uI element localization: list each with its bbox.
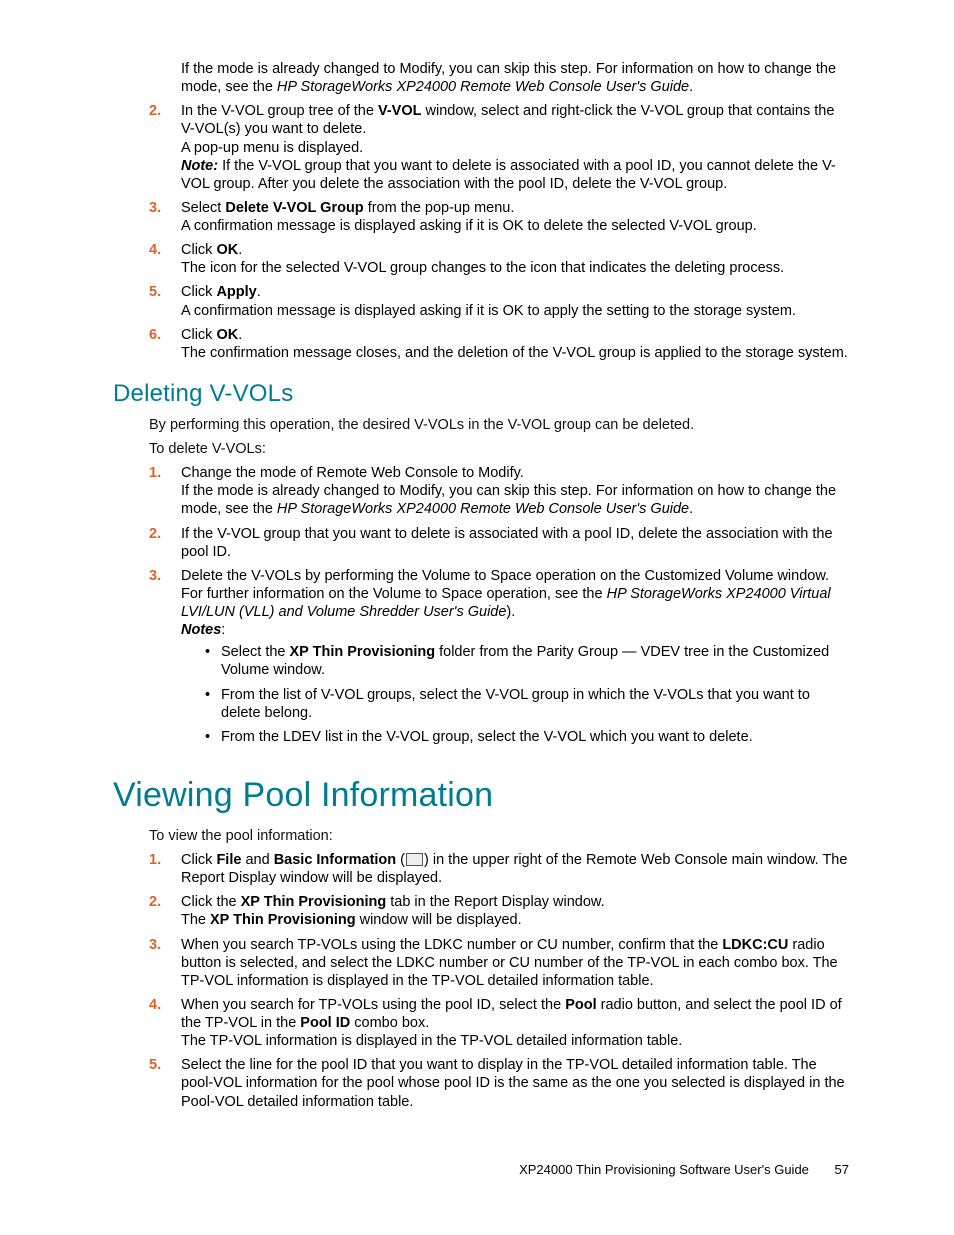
step-number: 6. — [149, 326, 161, 344]
t: XP Thin Provisioning — [290, 644, 436, 660]
t: Click — [181, 284, 216, 300]
step-number: 2. — [149, 525, 161, 543]
step-number: 3. — [149, 936, 161, 954]
intro-text: By performing this operation, the desire… — [149, 416, 849, 434]
step-number: 5. — [149, 1056, 161, 1074]
page: If the mode is already changed to Modify… — [0, 0, 954, 1235]
step-5: 5. Select the line for the pool ID that … — [149, 1056, 849, 1110]
t: Click the — [181, 894, 241, 910]
t: . — [238, 327, 242, 343]
prev-steps-continued: If the mode is already changed to Modify… — [149, 60, 849, 362]
step-number: 4. — [149, 241, 161, 259]
step-3: 3. When you search TP-VOLs using the LDK… — [149, 936, 849, 990]
t: From the LDEV list in the V-VOL group, s… — [221, 729, 753, 745]
notes-list: Select the XP Thin Provisioning folder f… — [205, 643, 849, 746]
page-number: 57 — [835, 1162, 849, 1177]
step-2: 2. Click the XP Thin Provisioning tab in… — [149, 893, 849, 929]
step-number: 3. — [149, 199, 161, 217]
t: The confirmation message closes, and the… — [181, 345, 848, 361]
step-1: 1. Click File and Basic Information () i… — [149, 851, 849, 887]
t: Select the line for the pool ID that you… — [181, 1057, 845, 1109]
t: A confirmation message is displayed aski… — [181, 303, 796, 319]
step-2: 2. In the V-VOL group tree of the V-VOL … — [149, 102, 849, 193]
t: Select the — [221, 644, 290, 660]
t: and — [241, 852, 273, 868]
step-2: 2. If the V-VOL group that you want to d… — [149, 525, 849, 561]
step-3: 3. Delete the V-VOLs by performing the V… — [149, 567, 849, 746]
t: XP Thin Provisioning — [241, 894, 387, 910]
t: Pool ID — [300, 1015, 350, 1031]
t: Apply — [216, 284, 256, 300]
lead-text: To view the pool information: — [149, 827, 849, 845]
step-6: 6. Click OK. The confirmation message cl… — [149, 326, 849, 362]
step-number: 2. — [149, 893, 161, 911]
t: The — [181, 912, 210, 928]
note-label: Note: — [181, 158, 218, 174]
t: . — [689, 501, 693, 517]
t: OK — [216, 242, 238, 258]
step-1: 1. Change the mode of Remote Web Console… — [149, 464, 849, 518]
t: : — [221, 622, 225, 638]
t: A pop-up menu is displayed. — [181, 140, 363, 156]
step-1-cont: If the mode is already changed to Modify… — [149, 60, 849, 96]
t: Delete V-VOL Group — [225, 200, 363, 216]
t: Click — [181, 852, 216, 868]
step-4: 4. Click OK. The icon for the selected V… — [149, 241, 849, 277]
t: XP Thin Provisioning — [210, 912, 356, 928]
t: If the V-VOL group that you want to dele… — [181, 526, 833, 560]
t: . — [238, 242, 242, 258]
bullet-2: From the list of V-VOL groups, select th… — [205, 686, 849, 722]
period: . — [689, 79, 693, 95]
bullet-3: From the LDEV list in the V-VOL group, s… — [205, 728, 849, 746]
t: If the V-VOL group that you want to dele… — [181, 158, 836, 192]
guide-title: HP StorageWorks XP24000 Remote Web Conso… — [277, 79, 689, 95]
guide-title: HP StorageWorks XP24000 Remote Web Conso… — [277, 501, 689, 517]
t: Pool — [565, 997, 596, 1013]
step-3: 3. Select Delete V-VOL Group from the po… — [149, 199, 849, 235]
notes-label: Notes — [181, 622, 221, 638]
t: tab in the Report Display window. — [386, 894, 604, 910]
bullet-1: Select the XP Thin Provisioning folder f… — [205, 643, 849, 679]
delete-vvol-steps: 1. Change the mode of Remote Web Console… — [149, 464, 849, 746]
step-number: 2. — [149, 102, 161, 120]
heading-deleting-vvols: Deleting V-VOLs — [113, 380, 849, 408]
step-number: 5. — [149, 283, 161, 301]
t: The icon for the selected V-VOL group ch… — [181, 260, 784, 276]
page-footer: XP24000 Thin Provisioning Software User'… — [519, 1162, 849, 1177]
t: LDKC:CU — [722, 937, 788, 953]
t: from the pop-up menu. — [364, 200, 515, 216]
basic-info-icon — [406, 853, 423, 866]
footer-title: XP24000 Thin Provisioning Software User'… — [519, 1162, 809, 1177]
pool-steps: 1. Click File and Basic Information () i… — [149, 851, 849, 1111]
t: Change the mode of Remote Web Console to… — [181, 465, 524, 481]
step-4: 4. When you search for TP-VOLs using the… — [149, 996, 849, 1050]
t: ( — [396, 852, 405, 868]
t: Basic Information — [274, 852, 396, 868]
t: OK — [216, 327, 238, 343]
t: When you search TP-VOLs using the LDKC n… — [181, 937, 722, 953]
t: Click — [181, 327, 216, 343]
t: File — [216, 852, 241, 868]
t: V-VOL — [378, 103, 422, 119]
t: From the list of V-VOL groups, select th… — [221, 687, 810, 721]
step-number: 3. — [149, 567, 161, 585]
t: Click — [181, 242, 216, 258]
lead-text: To delete V-VOLs: — [149, 440, 849, 458]
heading-viewing-pool: Viewing Pool Information — [113, 776, 849, 815]
step-number: 1. — [149, 851, 161, 869]
step-5: 5. Click Apply. A confirmation message i… — [149, 283, 849, 319]
t: . — [257, 284, 261, 300]
t: Select — [181, 200, 225, 216]
step-number: 4. — [149, 996, 161, 1014]
t: In the V-VOL group tree of the — [181, 103, 378, 119]
t: ). — [506, 604, 515, 620]
t: window will be displayed. — [356, 912, 522, 928]
t: The TP-VOL information is displayed in t… — [181, 1033, 682, 1049]
t: A confirmation message is displayed aski… — [181, 218, 757, 234]
step-number: 1. — [149, 464, 161, 482]
t: When you search for TP-VOLs using the po… — [181, 997, 565, 1013]
t: combo box. — [350, 1015, 429, 1031]
